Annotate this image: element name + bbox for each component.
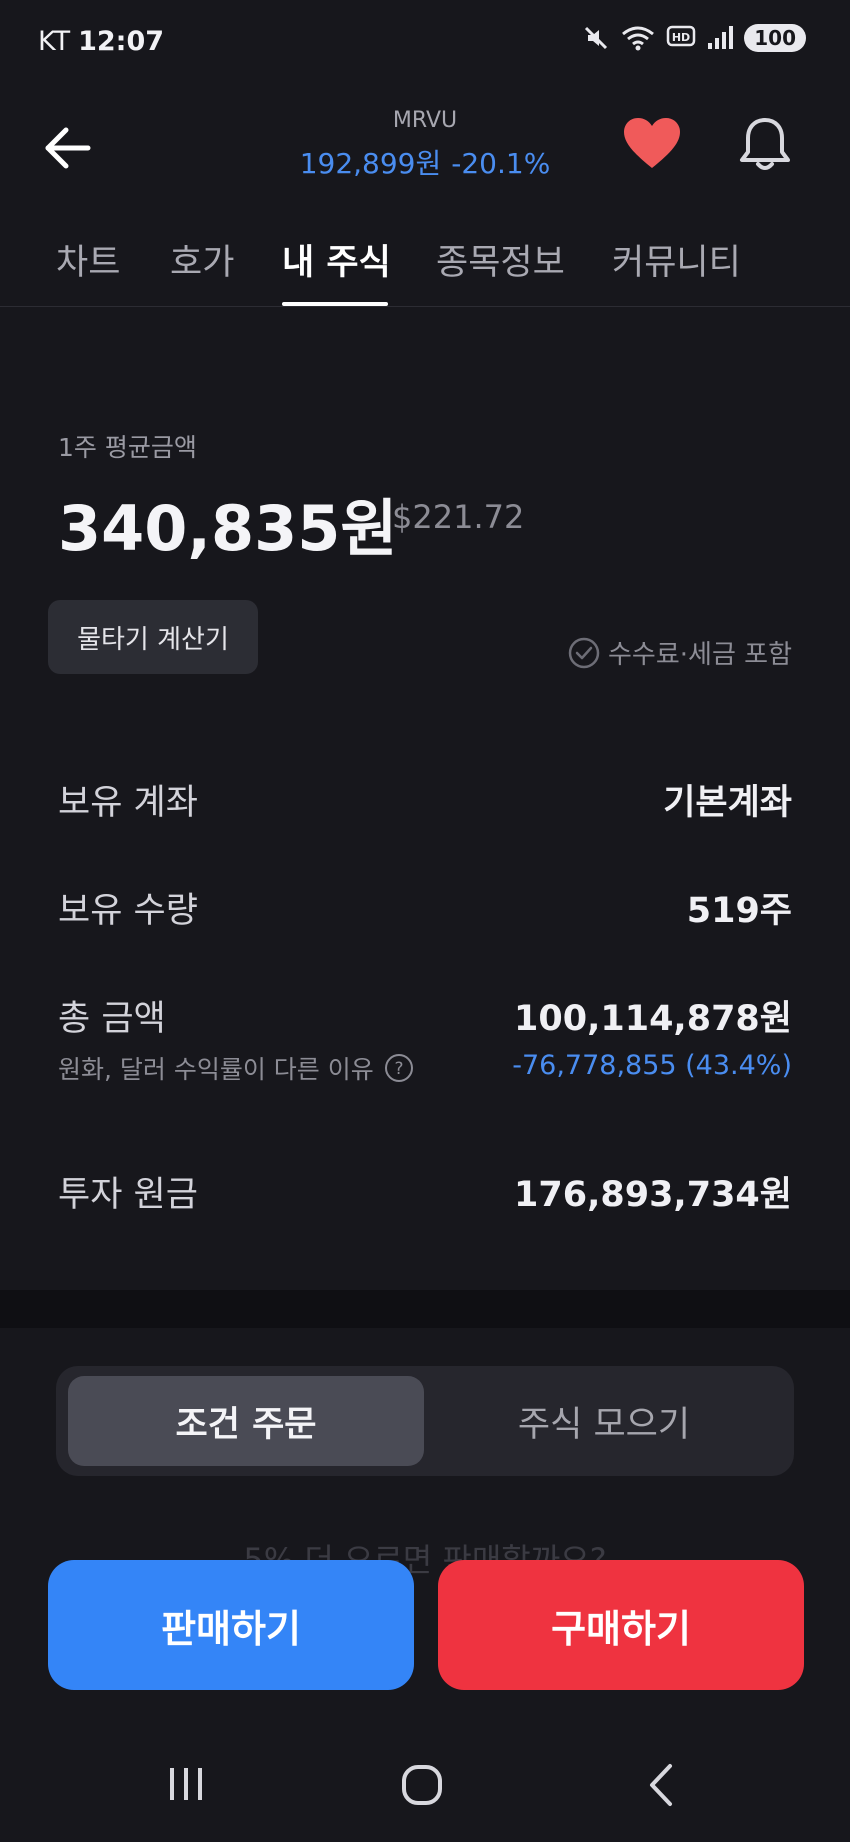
active-tab-indicator <box>282 302 388 306</box>
tab-my-stock[interactable]: 내 주식 <box>282 234 391 285</box>
segment-conditional-order[interactable]: 조건 주문 <box>68 1376 424 1466</box>
status-bar-left: KT 12:07 <box>38 26 164 57</box>
clock: 12:07 <box>78 26 165 57</box>
total-amount-value: 100,114,878원 <box>514 999 792 1039</box>
tab-chart[interactable]: 차트 <box>56 234 120 285</box>
price-change: -20.1% <box>451 147 551 180</box>
order-type-segment: 조건 주문 주식 모으기 <box>56 1366 794 1476</box>
section-divider <box>0 1290 850 1328</box>
question-circle-icon: ? <box>384 1054 413 1082</box>
principal-value: 176,893,734원 <box>514 1175 792 1215</box>
averaging-calculator-button[interactable]: 물타기 계산기 <box>48 600 258 674</box>
buy-button[interactable]: 구매하기 <box>438 1560 804 1690</box>
home-icon[interactable] <box>400 1763 444 1807</box>
fee-note-label: 수수료·세금 포함 <box>608 640 792 670</box>
average-price-usd: $221.72 <box>392 498 525 536</box>
recent-apps-icon[interactable] <box>166 1766 206 1802</box>
sell-button[interactable]: 판매하기 <box>48 1560 414 1690</box>
signal-icon <box>708 26 734 49</box>
return-difference-label: 원화, 달러 수익률이 다른 이유 <box>58 1055 374 1084</box>
tab-stock-info[interactable]: 종목정보 <box>436 234 565 285</box>
ticker-symbol: MRVU <box>392 108 458 133</box>
average-price-label: 1주 평균금액 <box>58 433 197 462</box>
check-circle-icon <box>568 637 600 668</box>
segment-stock-accumulate[interactable]: 주식 모으기 <box>426 1376 782 1466</box>
total-amount-label: 총 금액 <box>58 999 166 1039</box>
tab-community[interactable]: 커뮤니티 <box>612 234 741 285</box>
nav-back-icon[interactable] <box>646 1762 676 1808</box>
return-difference-help[interactable]: 원화, 달러 수익률이 다른 이유 ? <box>58 1050 414 1086</box>
current-price: 192,899원 -20.1% <box>0 142 850 182</box>
battery-indicator: 100 <box>744 24 806 52</box>
average-price-krw: 340,835원 <box>58 492 398 565</box>
fee-tax-included-toggle[interactable]: 수수료·세금 포함 <box>568 634 792 671</box>
mute-icon <box>585 26 608 50</box>
profit-loss-value: -76,778,855 (43.4%) <box>512 1050 792 1081</box>
holding-account-value: 기본계좌 <box>663 783 792 823</box>
notification-bell-icon[interactable] <box>736 114 794 174</box>
svg-text:?: ? <box>394 1059 403 1079</box>
wifi-icon <box>622 26 655 51</box>
svg-text:HD: HD <box>672 31 690 44</box>
holding-quantity-label: 보유 수량 <box>58 891 198 931</box>
holding-account-label: 보유 계좌 <box>58 783 198 823</box>
holding-quantity-value: 519주 <box>686 891 792 931</box>
favorite-heart-icon[interactable] <box>622 116 682 172</box>
status-bar-right: HD 100 <box>582 24 806 52</box>
carrier-label: KT <box>38 26 71 57</box>
tab-bar: 차트 호가 내 주식 종목정보 커뮤니티 <box>0 222 850 307</box>
price-value: 192,899원 <box>299 147 442 180</box>
principal-label: 투자 원금 <box>58 1175 198 1215</box>
tab-orderbook[interactable]: 호가 <box>170 234 234 285</box>
hd-call-icon: HD <box>667 25 696 47</box>
